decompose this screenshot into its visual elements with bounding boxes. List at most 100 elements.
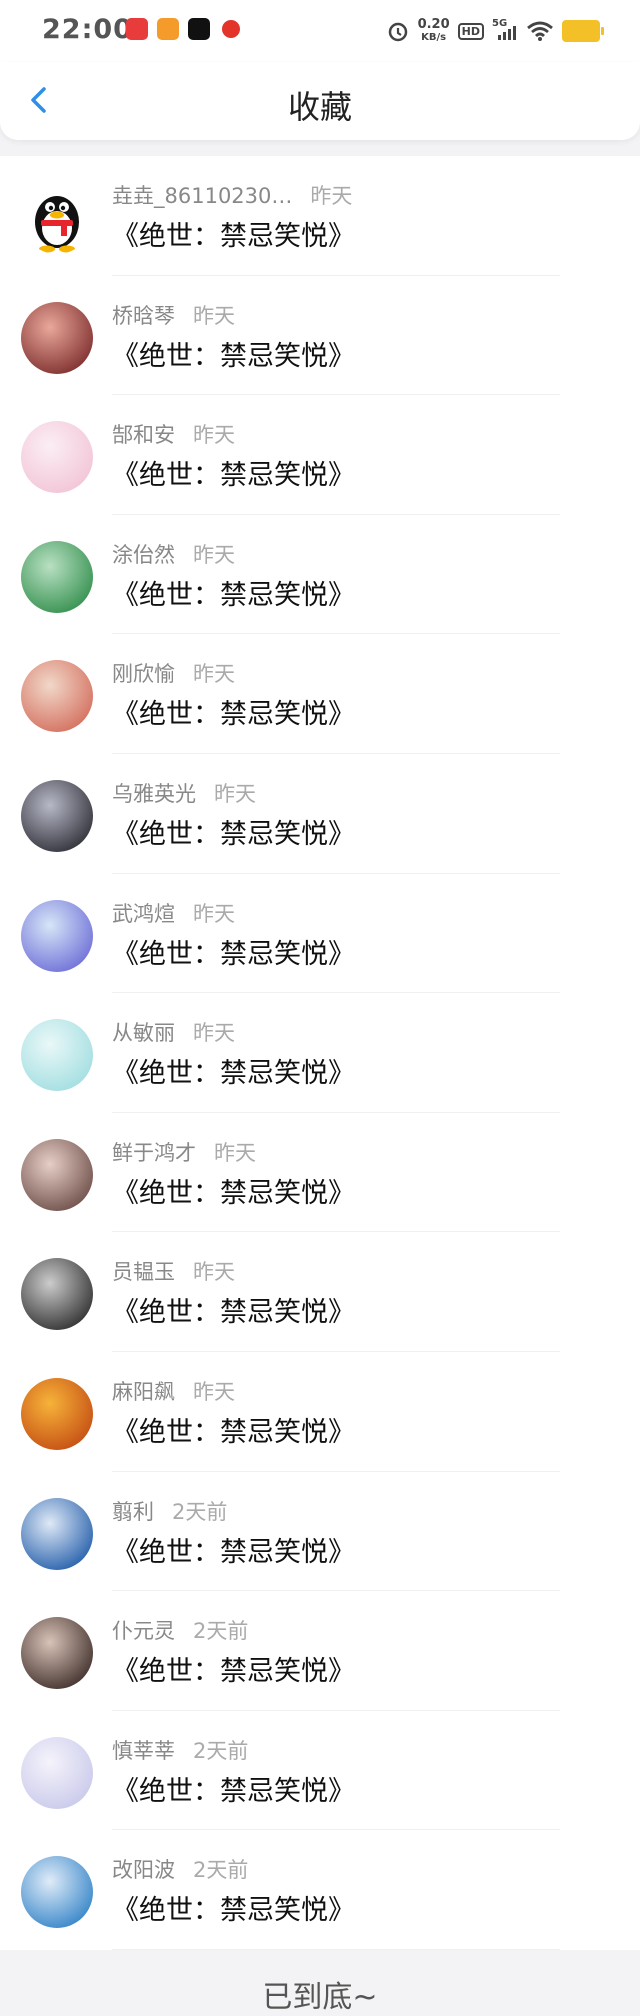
favorite-title: 《绝世：禁忌笑悦》	[112, 1656, 355, 1688]
nav-header: 收藏	[0, 62, 640, 140]
item-meta: 改阳波 2天前	[112, 1854, 248, 1884]
user-name: 武鸿煊	[112, 901, 175, 926]
avatar[interactable]	[21, 1736, 93, 1809]
user-name: 翦利	[112, 1499, 154, 1524]
list-item[interactable]: 从敏丽 昨天 《绝世：禁忌笑悦》	[0, 993, 640, 1113]
avatar[interactable]	[21, 899, 93, 972]
avatar[interactable]	[21, 1019, 93, 1092]
item-meta: 垚垚_86110230… 昨天	[112, 180, 352, 210]
favorite-title: 《绝世：禁忌笑悦》	[112, 460, 355, 492]
end-of-list-text: 已到底~	[262, 1980, 378, 2015]
avatar[interactable]	[21, 421, 93, 494]
user-name: 仆元灵	[112, 1619, 175, 1644]
user-name: 改阳波	[112, 1858, 175, 1883]
item-meta: 郜和安 昨天	[112, 419, 235, 449]
user-name: 慎莘莘	[112, 1738, 175, 1763]
favorite-title: 《绝世：禁忌笑悦》	[112, 579, 355, 611]
favorites-list: 垚垚_86110230… 昨天 《绝世：禁忌笑悦》 桥晗琴 昨天 《绝世：禁忌笑悦》 郜和安…	[0, 156, 640, 1950]
timestamp: 昨天	[193, 423, 235, 448]
timestamp: 昨天	[193, 901, 235, 926]
avatar[interactable]	[21, 1497, 93, 1570]
app-notification-icon	[126, 18, 148, 40]
list-item[interactable]: 桥晗琴 昨天《绝世：禁忌笑悦》	[0, 276, 640, 396]
status-time: 22:00	[42, 14, 133, 45]
item-meta: 员韫玉 昨天	[112, 1256, 235, 1286]
list-item[interactable]: 郜和安 昨天《绝世：禁忌笑悦》	[0, 395, 640, 515]
list-item[interactable]: 武鸿煊 昨天《绝世：禁忌笑悦》	[0, 874, 640, 994]
user-name: 涂佁然	[112, 542, 175, 567]
timestamp: 昨天	[193, 1379, 235, 1404]
timestamp: 昨天	[193, 542, 235, 567]
timestamp: 昨天	[193, 662, 235, 687]
list-item[interactable]: 刚欣愉 昨天《绝世：禁忌笑悦》	[0, 634, 640, 754]
favorite-title: 《绝世：禁忌笑悦》	[112, 938, 355, 970]
favorite-title: 《绝世：禁忌笑悦》	[112, 699, 355, 731]
list-item[interactable]: 乌雅英光 昨天《绝世：禁忌笑悦》	[0, 754, 640, 874]
wifi-icon	[527, 21, 553, 41]
favorite-title: 《绝世：禁忌笑悦》	[112, 818, 355, 850]
favorite-title: 《绝世：禁忌笑悦》	[112, 1297, 355, 1329]
item-meta: 从敏丽 昨天	[112, 1017, 235, 1047]
timestamp: 昨天	[214, 781, 256, 806]
favorite-title: 《绝世：禁忌笑悦》	[112, 340, 355, 372]
timestamp: 2天前	[193, 1738, 249, 1763]
list-item[interactable]: 麻阳飙 昨天《绝世：禁忌笑悦》	[0, 1352, 640, 1472]
list-item[interactable]: 涂佁然 昨天《绝世：禁忌笑悦》	[0, 515, 640, 635]
qq-penguin-icon	[35, 196, 79, 253]
app-badge-icon	[222, 20, 240, 38]
video-app-icon	[157, 18, 179, 40]
item-meta: 鲜于鸿才 昨天	[112, 1137, 256, 1167]
avatar[interactable]	[21, 301, 93, 374]
timestamp: 昨天	[310, 184, 353, 208]
item-meta: 武鸿煊 昨天	[112, 898, 235, 928]
list-item[interactable]: 垚垚_86110230… 昨天《绝世：禁忌笑悦》	[0, 156, 640, 276]
favorite-title: 《绝世：禁忌笑悦》	[112, 1895, 355, 1927]
status-right: 0.20 KB/s HD 5G	[386, 14, 604, 48]
list-item[interactable]: 鲜于鸿才 昨天《绝世：禁忌笑悦》	[0, 1113, 640, 1233]
user-name: 员韫玉	[112, 1260, 175, 1285]
avatar[interactable]	[21, 1377, 93, 1450]
item-meta: 桥晗琴 昨天	[112, 300, 235, 330]
avatar[interactable]	[21, 1617, 93, 1690]
timestamp: 昨天	[193, 1260, 235, 1285]
item-meta: 仆元灵 2天前	[112, 1615, 248, 1645]
user-name: 垚垚_86110230…	[112, 184, 293, 208]
net-speed-unit: KB/s	[421, 32, 447, 43]
list-item[interactable]: 仆元灵 2天前《绝世：禁忌笑悦》	[0, 1591, 640, 1711]
favorite-title: 《绝世：禁忌笑悦》	[112, 221, 355, 252]
avatar[interactable]	[21, 540, 93, 613]
item-meta: 刚欣愉 昨天	[112, 658, 235, 688]
list-item[interactable]: 员韫玉 昨天《绝世：禁忌笑悦》	[0, 1232, 640, 1352]
favorite-title: 《绝世：禁忌笑悦》	[112, 1775, 355, 1807]
avatar[interactable]	[21, 1258, 93, 1331]
list-end-footer: 已到底~	[0, 1950, 640, 2016]
timestamp: 2天前	[193, 1858, 249, 1883]
favorite-title: 《绝世：禁忌笑悦》	[112, 1416, 355, 1448]
list-item[interactable]: 改阳波 2天前《绝世：禁忌笑悦》	[0, 1830, 640, 1950]
item-meta: 涂佁然 昨天	[112, 539, 235, 569]
avatar[interactable]	[21, 1856, 93, 1929]
timestamp: 2天前	[193, 1619, 249, 1644]
list-item[interactable]: 翦利 2天前 《绝世：禁忌笑悦》	[0, 1472, 640, 1592]
user-name: 郜和安	[112, 423, 175, 448]
avatar[interactable]	[21, 1138, 93, 1211]
avatar[interactable]	[21, 779, 93, 852]
timestamp: 昨天	[193, 303, 235, 328]
user-name: 从敏丽	[112, 1021, 175, 1046]
user-name: 桥晗琴	[112, 303, 175, 328]
page-title: 收藏	[287, 88, 352, 126]
net-speed-value: 0.20	[417, 17, 450, 32]
battery-icon	[562, 20, 604, 42]
alarm-icon	[388, 22, 407, 42]
list-item[interactable]: 慎莘莘 2天前《绝世：禁忌笑悦》	[0, 1711, 640, 1831]
hd-icon: HD	[457, 22, 484, 40]
favorite-title: 《绝世：禁忌笑悦》	[112, 1177, 355, 1209]
item-meta: 翦利 2天前	[112, 1496, 227, 1526]
user-name: 乌雅英光	[112, 781, 196, 806]
signal-icon: 5G	[492, 18, 518, 42]
user-name: 麻阳飙	[112, 1379, 175, 1404]
avatar[interactable]	[21, 660, 93, 733]
avatar[interactable]	[21, 182, 93, 254]
status-bar: 22:00 0.20 KB/s HD 5G	[0, 0, 640, 62]
net-speed: 0.20 KB/s	[418, 18, 450, 44]
